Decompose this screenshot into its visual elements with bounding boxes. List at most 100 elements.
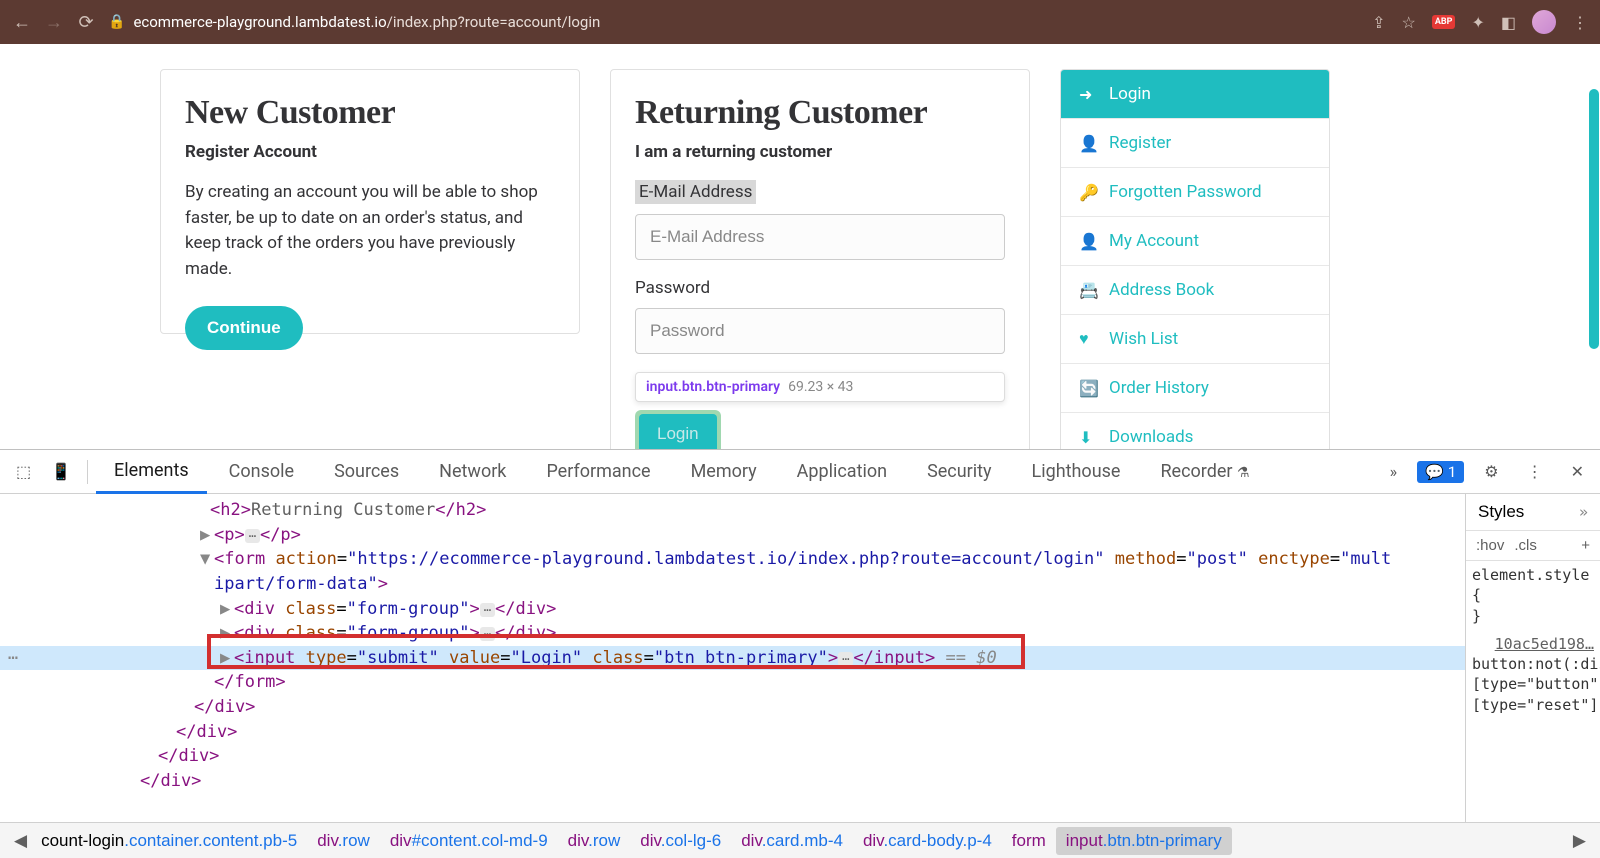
profile-avatar[interactable]: [1532, 10, 1556, 34]
share-icon[interactable]: ⇪: [1372, 13, 1385, 32]
breadcrumb-item[interactable]: div#content.col-md-9: [380, 831, 558, 851]
bookmark-icon[interactable]: ☆: [1402, 13, 1416, 32]
url-bar[interactable]: 🔒 ecommerce-playground.lambdatest.io/ind…: [108, 13, 1360, 31]
new-customer-title: New Customer: [185, 94, 555, 132]
sidebar-item-my-account[interactable]: 👤My Account: [1061, 217, 1329, 266]
breadcrumb-left-arrow[interactable]: ◀: [10, 831, 31, 851]
continue-button[interactable]: Continue: [185, 306, 303, 350]
tab-network[interactable]: Network: [421, 451, 524, 492]
dom-line[interactable]: ▶<div class="form-group">⋯</div>: [0, 597, 1465, 622]
dom-line[interactable]: </div>: [0, 744, 1465, 769]
tab-console[interactable]: Console: [211, 451, 312, 492]
inspect-tooltip: input.btn.btn-primary 69.23 × 43: [635, 372, 1005, 402]
styles-toolbar: :hov .cls +: [1466, 531, 1600, 561]
dom-tree[interactable]: <h2>Returning Customer</h2> ▶<p>⋯</p> ▼<…: [0, 494, 1465, 822]
sidebar-item-order-history[interactable]: 🔄Order History: [1061, 364, 1329, 413]
browser-chrome: ← → ⟳ 🔒 ecommerce-playground.lambdatest.…: [0, 0, 1600, 44]
sidebar-item-login[interactable]: ➜Login: [1061, 70, 1329, 119]
dom-selected-line[interactable]: ⋯▶<input type="submit" value="Login" cla…: [0, 646, 1465, 671]
breadcrumb-item[interactable]: div.row: [558, 831, 631, 851]
tab-sources[interactable]: Sources: [316, 451, 417, 492]
user-icon: 👤: [1079, 232, 1097, 251]
issues-badge[interactable]: 💬 1: [1417, 461, 1464, 483]
register-icon: 👤: [1079, 134, 1097, 153]
new-customer-subtitle: Register Account: [185, 142, 555, 162]
dom-line[interactable]: ▶<div class="form-group">⋯</div>: [0, 621, 1465, 646]
dom-line[interactable]: </div>: [0, 720, 1465, 745]
key-icon: 🔑: [1079, 183, 1097, 202]
dom-breadcrumb[interactable]: ◀ count-login.container.content.pb-5 div…: [0, 822, 1600, 858]
device-toggle-icon[interactable]: 📱: [43, 456, 79, 487]
tab-recorder[interactable]: Recorder ⚗: [1142, 451, 1267, 492]
panel-icon[interactable]: ◧: [1501, 13, 1516, 32]
download-icon: ⬇: [1079, 428, 1097, 447]
flask-icon: ⚗: [1237, 465, 1250, 481]
password-label: Password: [635, 278, 1005, 298]
abp-badge[interactable]: ABP: [1432, 15, 1456, 29]
tab-lighthouse[interactable]: Lighthouse: [1014, 451, 1139, 492]
breadcrumb-item[interactable]: form: [1002, 831, 1056, 851]
password-input[interactable]: [635, 308, 1005, 354]
login-button[interactable]: Login: [639, 414, 717, 449]
tab-memory[interactable]: Memory: [673, 451, 775, 492]
login-inspect-highlight: Login: [635, 410, 721, 449]
inspect-element-icon[interactable]: ⬚: [8, 456, 39, 487]
sidebar-item-downloads[interactable]: ⬇Downloads: [1061, 413, 1329, 449]
breadcrumb-item[interactable]: div.col-lg-6: [630, 831, 731, 851]
returning-title: Returning Customer: [635, 94, 1005, 132]
forward-button[interactable]: →: [44, 12, 64, 33]
source-link[interactable]: 10ac5ed198…: [1495, 634, 1594, 654]
dom-line[interactable]: ▶<p>⋯</p>: [0, 523, 1465, 548]
dom-line[interactable]: </div>: [0, 695, 1465, 720]
devtools-panel: ⬚ 📱 Elements Console Sources Network Per…: [0, 449, 1600, 858]
new-customer-body: By creating an account you will be able …: [185, 180, 555, 282]
dom-line[interactable]: </div>: [0, 769, 1465, 794]
breadcrumb-item[interactable]: div.row: [307, 831, 380, 851]
breadcrumb-right-arrow[interactable]: ▶: [1569, 831, 1590, 851]
sidebar-item-register[interactable]: 👤Register: [1061, 119, 1329, 168]
close-devtools-icon[interactable]: ✕: [1563, 456, 1592, 487]
page-viewport: New Customer Register Account By creatin…: [0, 44, 1600, 449]
tab-application[interactable]: Application: [779, 451, 905, 492]
dom-line[interactable]: ▼<form action="https://ecommerce-playgro…: [0, 547, 1465, 572]
breadcrumb-item[interactable]: count-login.container.content.pb-5: [31, 831, 307, 851]
url-text: ecommerce-playground.lambdatest.io/index…: [133, 13, 600, 31]
tooltip-dims: 69.23 × 43: [788, 379, 853, 395]
sidebar-item-address-book[interactable]: 📇Address Book: [1061, 266, 1329, 315]
tooltip-selector: input.btn.btn-primary: [646, 379, 780, 395]
devtools-tabs: ⬚ 📱 Elements Console Sources Network Per…: [0, 450, 1600, 494]
lock-icon: 🔒: [108, 14, 125, 30]
dom-line[interactable]: ipart/form-data">: [0, 572, 1465, 597]
returning-customer-card: Returning Customer I am a returning cust…: [610, 69, 1030, 449]
tab-elements[interactable]: Elements: [96, 450, 207, 494]
breadcrumb-item-selected[interactable]: input.btn.btn-primary: [1056, 827, 1232, 855]
chrome-toolbar-right: ⇪ ☆ ABP ✦ ◧ ⋮: [1372, 10, 1588, 34]
more-tabs-icon[interactable]: »: [1382, 456, 1406, 487]
dom-line[interactable]: <h2>Returning Customer</h2>: [0, 498, 1465, 523]
menu-icon[interactable]: ⋮: [1572, 13, 1588, 32]
extensions-icon[interactable]: ✦: [1471, 13, 1484, 32]
tab-security[interactable]: Security: [909, 451, 1009, 492]
styles-content[interactable]: element.style { } 10ac5ed198… button:not…: [1466, 561, 1600, 719]
account-sidebar: ➜Login 👤Register 🔑Forgotten Password 👤My…: [1060, 69, 1330, 449]
returning-subtitle: I am a returning customer: [635, 142, 1005, 162]
breadcrumb-item[interactable]: div.card-body.p-4: [853, 831, 1002, 851]
styles-header: Styles »: [1466, 494, 1600, 531]
add-rule-icon[interactable]: +: [1581, 537, 1590, 554]
scrollbar-thumb[interactable]: [1589, 89, 1599, 349]
email-input[interactable]: [635, 214, 1005, 260]
tab-performance[interactable]: Performance: [528, 451, 668, 492]
heart-icon: ♥: [1079, 329, 1097, 349]
breadcrumb-item[interactable]: div.card.mb-4: [731, 831, 853, 851]
sidebar-item-forgotten-password[interactable]: 🔑Forgotten Password: [1061, 168, 1329, 217]
hov-toggle[interactable]: :hov: [1476, 537, 1504, 554]
cls-toggle[interactable]: .cls: [1514, 537, 1537, 554]
styles-more-icon[interactable]: »: [1579, 503, 1588, 521]
sidebar-item-wish-list[interactable]: ♥Wish List: [1061, 315, 1329, 364]
devtools-menu-icon[interactable]: ⋮: [1519, 456, 1551, 487]
login-icon: ➜: [1079, 85, 1097, 104]
settings-gear-icon[interactable]: ⚙: [1476, 456, 1506, 487]
dom-line[interactable]: </form>: [0, 670, 1465, 695]
reload-button[interactable]: ⟳: [76, 12, 96, 33]
back-button[interactable]: ←: [12, 12, 32, 33]
